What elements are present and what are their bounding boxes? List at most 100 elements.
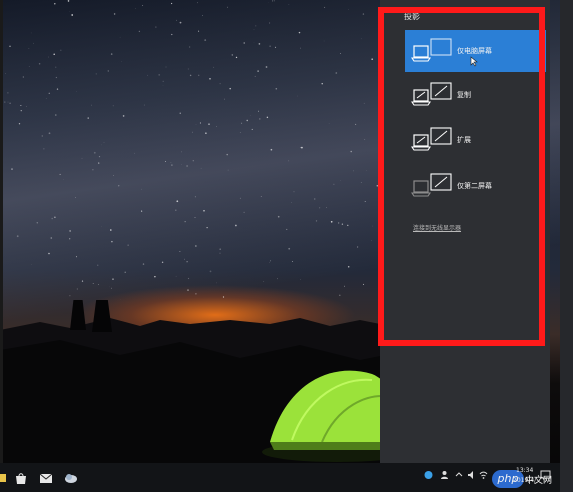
star (344, 285, 345, 287)
star (200, 167, 202, 169)
star (243, 42, 245, 44)
people-icon[interactable] (440, 470, 449, 482)
star (341, 223, 344, 225)
star (30, 32, 32, 34)
star (239, 197, 241, 199)
star (195, 245, 197, 247)
star (301, 146, 303, 149)
star (170, 162, 172, 163)
notification-icon[interactable] (540, 470, 551, 483)
star (112, 105, 114, 107)
star (43, 148, 45, 150)
chevron-up-icon[interactable] (455, 470, 463, 482)
star (360, 182, 362, 183)
star (353, 170, 354, 172)
star (103, 141, 105, 143)
star (55, 66, 57, 68)
star (213, 66, 215, 68)
speaker-icon[interactable] (467, 470, 476, 482)
star (50, 237, 53, 239)
star (372, 225, 374, 227)
star (197, 2, 199, 4)
star (291, 261, 293, 263)
mail-icon[interactable] (39, 470, 53, 484)
star (92, 169, 94, 171)
star (154, 275, 156, 278)
star (235, 56, 238, 59)
star (222, 296, 225, 298)
star (98, 156, 101, 158)
star (110, 287, 113, 289)
star (265, 66, 268, 68)
star (161, 261, 164, 264)
star (258, 110, 259, 112)
star (277, 215, 280, 218)
star (93, 151, 96, 154)
star (20, 105, 22, 106)
star (260, 196, 262, 197)
star (364, 201, 366, 203)
star (300, 47, 301, 49)
star (198, 74, 200, 76)
network-icon[interactable] (424, 470, 433, 482)
star (165, 66, 167, 68)
clock-date[interactable]: 2019/4/ (513, 477, 536, 484)
star (194, 217, 196, 218)
star (187, 277, 190, 280)
star (5, 73, 6, 74)
star (277, 278, 278, 280)
star (59, 173, 61, 175)
star (179, 21, 182, 24)
star (41, 135, 44, 137)
star (63, 179, 64, 180)
star (119, 36, 121, 38)
star (191, 131, 193, 133)
star (111, 240, 113, 243)
star (371, 239, 372, 241)
cloud-icon[interactable] (64, 470, 78, 484)
star (216, 282, 217, 284)
star (231, 54, 234, 56)
star (9, 102, 11, 104)
star (219, 252, 221, 254)
star (48, 132, 51, 135)
star (110, 53, 113, 55)
star (11, 168, 13, 170)
star (259, 118, 261, 120)
star (326, 207, 327, 208)
star (189, 74, 192, 77)
star (333, 183, 335, 185)
star (243, 211, 245, 214)
star (4, 101, 6, 103)
screen-bezel-left (0, 0, 3, 492)
wifi-icon[interactable] (479, 470, 488, 482)
star (175, 275, 177, 277)
star (339, 53, 341, 54)
star (113, 175, 114, 176)
star (350, 150, 352, 153)
star (45, 98, 47, 99)
star (75, 256, 78, 258)
start-fragment[interactable] (0, 470, 8, 484)
star (362, 13, 365, 15)
star (107, 70, 110, 72)
star (98, 162, 100, 164)
star (22, 76, 24, 78)
star (56, 88, 59, 90)
star (81, 157, 83, 159)
star (293, 191, 295, 193)
star (36, 222, 39, 224)
store-icon[interactable] (14, 470, 28, 484)
star (275, 88, 278, 90)
star (254, 75, 256, 77)
star (219, 83, 221, 85)
star (255, 25, 257, 27)
star (257, 70, 259, 72)
star (195, 292, 197, 295)
clock-time[interactable]: 13:34 (516, 467, 533, 474)
star (7, 92, 9, 94)
star (323, 40, 325, 42)
star (118, 185, 120, 187)
star (100, 226, 102, 227)
star (28, 48, 30, 49)
